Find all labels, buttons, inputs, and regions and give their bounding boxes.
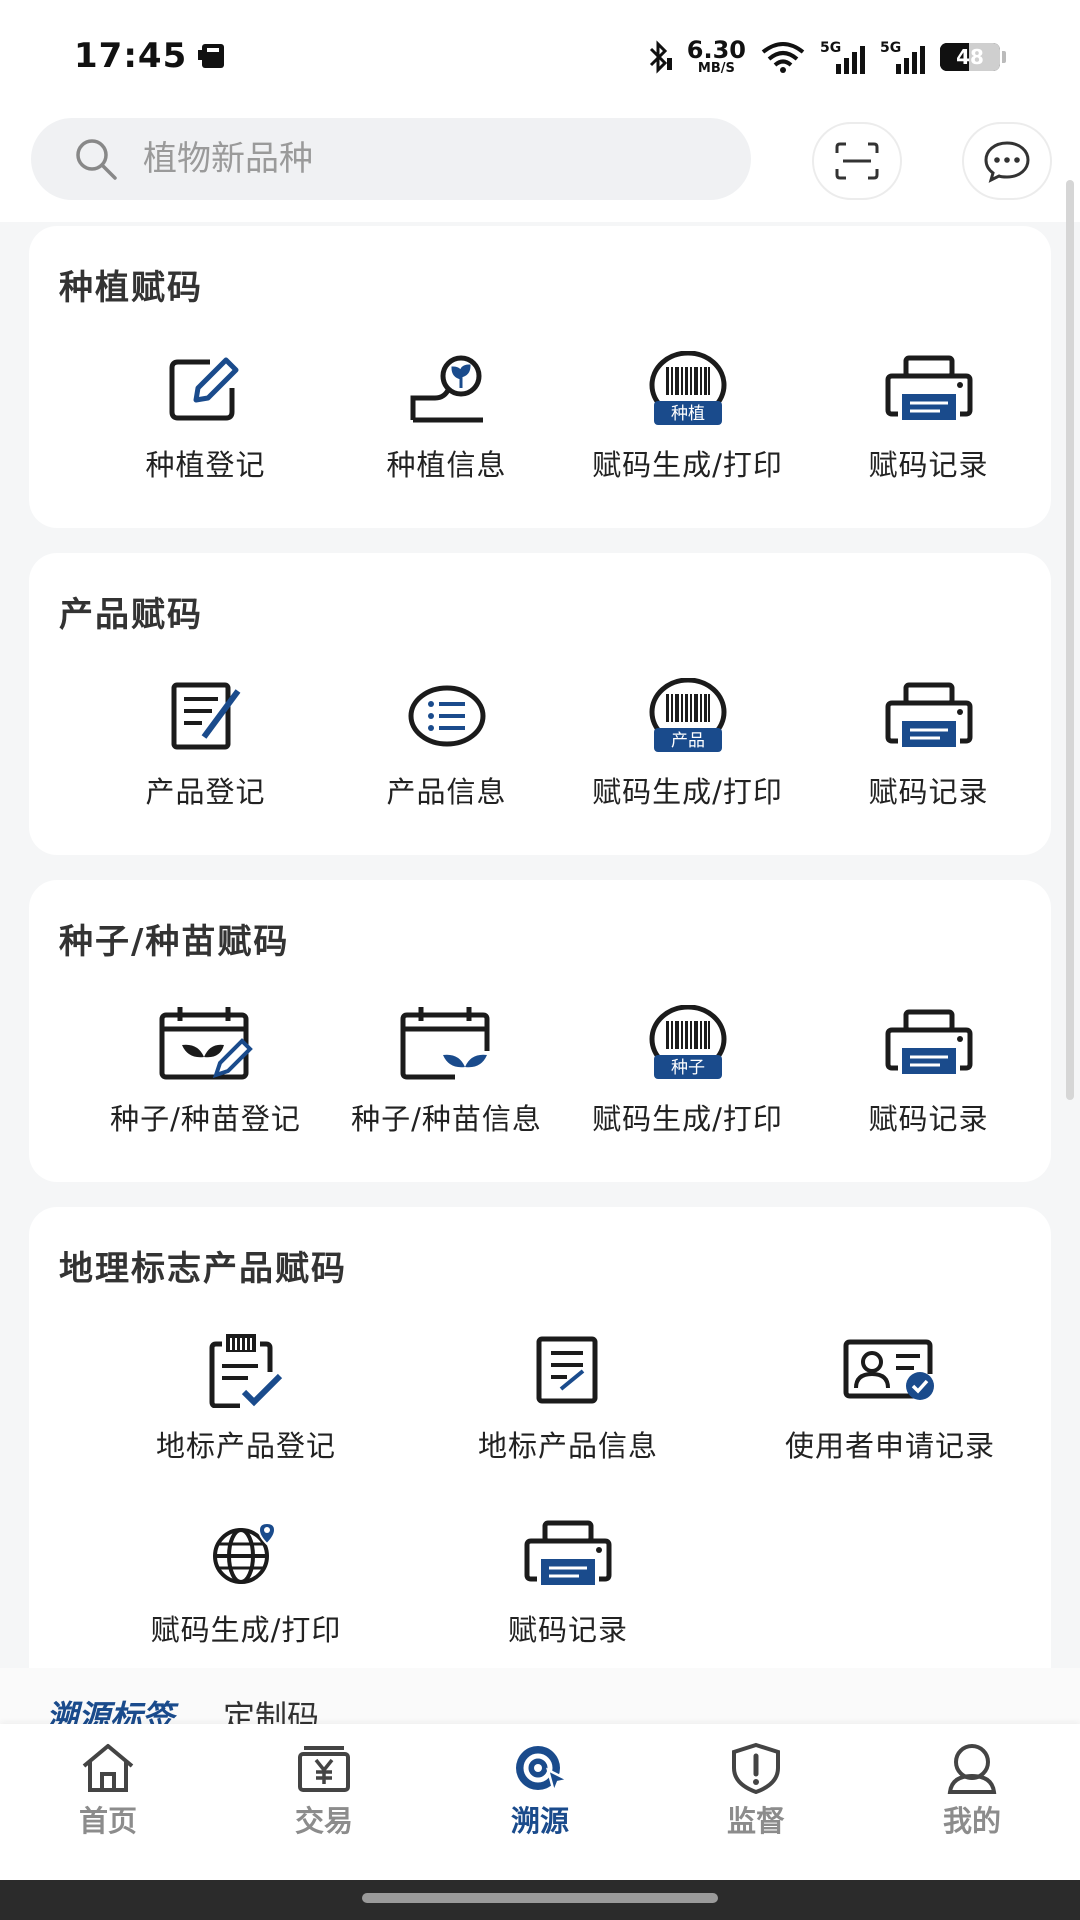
calendar-sprout-icon [400, 1007, 489, 1080]
card-product: 产品赋码 产品登记 产品信息 产品 赋码生成/打印 赋码记录 [29, 553, 1051, 855]
barcode-icon: 种子 [649, 1005, 726, 1079]
product-code-record-item[interactable]: 赋码记录 [808, 673, 1049, 811]
planting-register-item[interactable]: 种植登记 [85, 346, 326, 484]
status-bar: 17:45 6.30 MB/S 5G 5G 48 [0, 0, 1080, 112]
wifi-icon [761, 41, 805, 73]
bottom-nav: 首页 交易 溯源 监督 我的 [0, 1724, 1080, 1880]
geo-code-record-item[interactable]: 赋码记录 [407, 1511, 729, 1649]
user-icon [947, 1744, 997, 1794]
svg-text:种子: 种子 [671, 1058, 705, 1078]
battery-tip [1002, 50, 1006, 63]
product-register-item[interactable]: 产品登记 [85, 673, 326, 811]
network-speed: 6.30 MB/S [686, 36, 746, 76]
planting-code-print-item[interactable]: 种植 赋码生成/打印 [567, 346, 808, 484]
section-title: 种子/种苗赋码 [59, 922, 290, 962]
home-icon [82, 1744, 134, 1792]
nav-trade[interactable]: 交易 [216, 1724, 432, 1880]
trace-icon [516, 1746, 572, 1794]
search-icon [76, 139, 117, 180]
printer-icon [885, 682, 972, 747]
svg-text:种植: 种植 [671, 404, 705, 424]
document-icon [536, 1336, 598, 1404]
product-info-item[interactable]: 产品信息 [326, 673, 567, 811]
geo-register-item[interactable]: 地标产品登记 [85, 1327, 407, 1465]
section-title: 地理标志产品赋码 [59, 1249, 347, 1289]
card-geo: 地理标志产品赋码 地标产品登记 地标产品信息 使用者申请记录 赋码生成/打印 赋… [29, 1207, 1051, 1677]
scroll-indicator[interactable] [1066, 180, 1074, 1100]
chat-bubble-icon [984, 141, 1030, 183]
shield-alert-icon [732, 1742, 780, 1794]
geo-applicant-record-item[interactable]: 使用者申请记录 [729, 1327, 1051, 1465]
card-seed: 种子/种苗赋码 种子/种苗登记 种子/种苗信息 种子 赋码生成/打印 赋码记录 [29, 880, 1051, 1182]
barcode-icon: 种植 [649, 351, 726, 425]
scan-button[interactable] [812, 122, 902, 200]
battery-icon: 48 [940, 42, 1000, 71]
product-code-print-item[interactable]: 产品 赋码生成/打印 [567, 673, 808, 811]
calendar-sprout-edit-icon [159, 1007, 253, 1080]
section-title: 产品赋码 [59, 595, 203, 635]
home-indicator[interactable] [362, 1893, 718, 1903]
nav-supervise[interactable]: 监督 [648, 1724, 864, 1880]
edit-icon [169, 357, 238, 421]
printer-icon [524, 1520, 612, 1585]
seed-code-print-item[interactable]: 种子 赋码生成/打印 [567, 1000, 808, 1138]
card-planting: 种植赋码 种植登记 种植信息 种植 赋码生成/打印 赋码记录 [29, 226, 1051, 528]
planting-info-item[interactable]: 种植信息 [326, 346, 567, 484]
search-input[interactable] [141, 138, 665, 180]
svg-text:产品: 产品 [671, 731, 705, 751]
geo-info-item[interactable]: 地标产品信息 [407, 1327, 729, 1465]
nav-mine[interactable]: 我的 [864, 1724, 1080, 1880]
barcode-icon: 产品 [649, 678, 726, 752]
printer-icon [885, 1009, 972, 1074]
document-edit-icon [171, 682, 240, 750]
seed-code-record-item[interactable]: 赋码记录 [808, 1000, 1049, 1138]
planting-code-record-item[interactable]: 赋码记录 [808, 346, 1049, 484]
cellular-signal-2: 5G [880, 40, 926, 74]
printer-icon [885, 355, 972, 420]
subtabs: 溯源标签 定制码 [0, 1668, 1080, 1736]
message-button[interactable] [962, 122, 1052, 200]
yuan-icon [298, 1746, 350, 1792]
status-time: 17:45 [74, 36, 188, 76]
top-bar [0, 112, 1080, 222]
nav-trace[interactable]: 溯源 [432, 1724, 648, 1880]
seed-register-item[interactable]: 种子/种苗登记 [85, 1000, 326, 1138]
nav-home[interactable]: 首页 [0, 1724, 216, 1880]
search-bar[interactable] [31, 118, 751, 200]
geo-code-print-item[interactable]: 赋码生成/打印 [85, 1511, 407, 1649]
scan-icon [835, 142, 879, 180]
seed-info-item[interactable]: 种子/种苗信息 [326, 1000, 567, 1138]
seedling-info-icon [410, 355, 483, 423]
list-icon [408, 685, 485, 747]
clipboard-check-icon [209, 1334, 283, 1408]
bluetooth-icon [649, 39, 672, 74]
section-title: 种植赋码 [59, 268, 203, 308]
sim-card-icon [198, 44, 224, 68]
globe-pin-icon [213, 1522, 277, 1584]
id-card-check-icon [843, 1339, 934, 1400]
cellular-signal-1: 5G [820, 40, 866, 74]
